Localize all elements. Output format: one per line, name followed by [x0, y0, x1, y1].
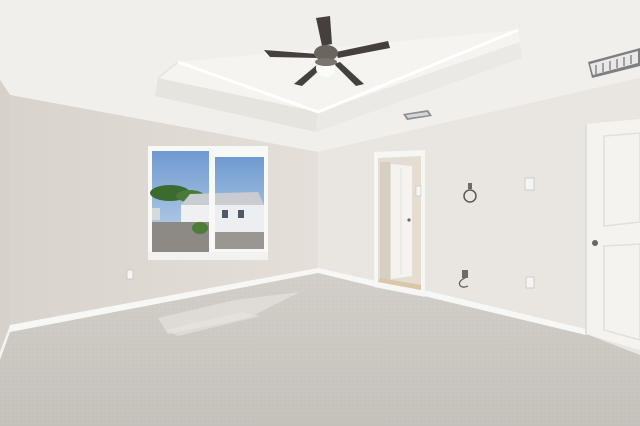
door-knob[interactable]: [592, 240, 598, 246]
light-switch-icon[interactable]: [415, 185, 422, 197]
window[interactable]: [148, 146, 268, 260]
outlet-icon: [126, 269, 134, 280]
left-wall: [0, 80, 10, 360]
closet-door[interactable]: [585, 119, 640, 350]
outlet-icon: [525, 276, 535, 289]
empty-bedroom-photo: [0, 0, 640, 426]
doorway[interactable]: [374, 150, 425, 297]
neighbor-house: [181, 192, 264, 205]
light-switch-icon[interactable]: [524, 177, 535, 191]
door-knob[interactable]: [407, 218, 411, 222]
